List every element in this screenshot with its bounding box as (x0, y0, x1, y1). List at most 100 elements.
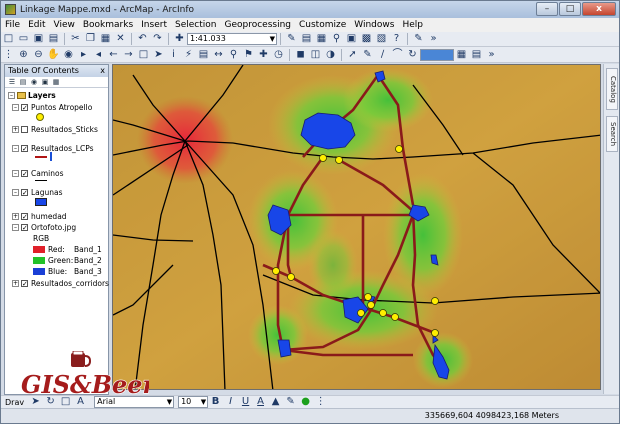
toc-options-icon[interactable]: ▦ (51, 78, 61, 87)
layer-visibility-checkbox[interactable]: ✓ (21, 212, 28, 220)
identify-icon[interactable]: i (167, 49, 180, 61)
point-symbol-swatch[interactable] (36, 113, 44, 121)
undo-icon[interactable]: ↶ (136, 33, 149, 45)
polygon-symbol-swatch[interactable] (35, 198, 47, 206)
pan-icon[interactable]: ✋ (47, 49, 60, 61)
line-color-icon[interactable]: ✎ (284, 396, 297, 408)
catalog-tab[interactable]: Catalog (606, 68, 618, 110)
menu-edit[interactable]: Edit (24, 20, 49, 30)
go-to-xy-icon[interactable]: ✚ (257, 49, 270, 61)
underline-button[interactable]: U (239, 396, 252, 408)
layer-visibility-checkbox[interactable] (21, 125, 28, 133)
road-symbol-swatch[interactable] (35, 180, 47, 181)
zoom-in-icon[interactable]: ⊕ (17, 49, 30, 61)
expand-icon[interactable]: + (12, 212, 19, 220)
cut-icon[interactable]: ✂ (69, 33, 82, 45)
menu-view[interactable]: View (50, 20, 79, 30)
redo-icon[interactable]: ↷ (151, 33, 164, 45)
line-symbol-swatch[interactable] (35, 156, 47, 158)
measure-icon[interactable]: ↔ (212, 49, 225, 61)
sketch-tool-icon[interactable]: ✎ (361, 49, 374, 61)
layer-visibility-checkbox[interactable]: ✓ (21, 144, 28, 152)
toc-layer-caminos[interactable]: – ✓ Caminos (12, 168, 63, 178)
delete-icon[interactable]: ✕ (114, 33, 127, 45)
map-scale-combo[interactable]: 1:41.033 ▼ (187, 33, 277, 45)
collapse-icon[interactable]: – (12, 103, 19, 111)
layer-visibility-checkbox[interactable]: ✓ (21, 223, 28, 231)
collapse-icon[interactable]: – (8, 91, 15, 99)
toc-layer-humedad[interactable]: + ✓ humedad (12, 211, 67, 221)
close-button[interactable]: x (582, 2, 616, 16)
select-features-icon[interactable]: □ (137, 49, 150, 61)
layer-visibility-checkbox[interactable]: ✓ (21, 103, 28, 111)
marker-color-icon[interactable]: ● (299, 396, 312, 408)
italic-button[interactable]: I (224, 396, 237, 408)
toc-window-icon[interactable]: ▤ (300, 33, 313, 45)
toc-layer-resultados-sticks[interactable]: + Resultados_Sticks (12, 124, 98, 134)
list-by-drawing-order-icon[interactable]: ☰ (7, 78, 17, 87)
minimize-button[interactable]: – (536, 2, 558, 16)
fill-color-icon[interactable]: ▲ (269, 396, 282, 408)
new-document-icon[interactable]: □ (2, 33, 15, 45)
list-by-selection-icon[interactable]: ▣ (40, 78, 50, 87)
print-icon[interactable]: ▤ (47, 33, 60, 45)
add-data-icon[interactable]: ✚ (173, 33, 186, 45)
zoom-out-icon[interactable]: ⊖ (32, 49, 45, 61)
toc-layer-puntos-atropello[interactable]: – ✓ Puntos Atropello (12, 102, 92, 112)
list-by-visibility-icon[interactable]: ◉ (29, 78, 39, 87)
font-size-combo[interactable]: 10 ▼ (178, 396, 209, 408)
map-view[interactable] (112, 64, 601, 390)
paste-icon[interactable]: ▦ (99, 33, 112, 45)
collapse-icon[interactable]: – (12, 169, 19, 177)
menu-help[interactable]: Help (398, 20, 427, 30)
html-popup-icon[interactable]: ▤ (197, 49, 210, 61)
select-elements-icon[interactable]: ➤ (152, 49, 165, 61)
modelbuilder-icon[interactable]: ▧ (375, 33, 388, 45)
collapse-icon[interactable]: – (12, 144, 19, 152)
menu-insert[interactable]: Insert (137, 20, 171, 30)
collapse-icon[interactable]: – (12, 188, 19, 196)
toc-layer-resultados-corridors[interactable]: + ✓ Resultados_corridors (12, 278, 109, 288)
map-canvas[interactable] (113, 65, 601, 390)
fixed-zoom-out-icon[interactable]: ◂ (92, 49, 105, 61)
edit-tool-icon[interactable]: ➚ (346, 49, 359, 61)
toolbar-overflow-icon[interactable]: » (485, 49, 498, 61)
color-picker-combo[interactable] (420, 48, 454, 61)
find-icon[interactable]: ⚲ (227, 49, 240, 61)
list-by-source-icon[interactable]: ▤ (18, 78, 28, 87)
rotate-icon[interactable]: ↻ (406, 49, 419, 61)
line-symbol-swatch-blue[interactable] (50, 152, 52, 161)
toc-layer-ortofoto[interactable]: – ✓ Ortofoto.jpg (12, 222, 76, 232)
font-color-button[interactable]: A (254, 396, 267, 408)
straight-segment-icon[interactable]: ∕ (376, 49, 389, 61)
arctoolbox-icon[interactable]: ▣ (345, 33, 358, 45)
editor-toolbar-icon[interactable]: ✎ (285, 33, 298, 45)
time-slider-icon[interactable]: ◷ (272, 49, 285, 61)
help-icon[interactable]: ? (390, 33, 403, 45)
expand-icon[interactable]: + (12, 125, 19, 133)
arc-segment-icon[interactable]: ⌒ (391, 49, 404, 61)
copy-icon[interactable]: ❐ (84, 33, 97, 45)
menu-bookmarks[interactable]: Bookmarks (79, 20, 137, 30)
toc-layer-resultados-lcps[interactable]: – ✓ Resultados_LCPs (12, 143, 94, 153)
toc-root-layers[interactable]: – Layers (8, 90, 56, 100)
collapse-icon[interactable]: – (12, 223, 19, 231)
toc-layer-lagunas[interactable]: – ✓ Lagunas (12, 187, 63, 197)
expand-icon[interactable]: + (12, 279, 19, 287)
layer-visibility-checkbox[interactable]: ✓ (21, 279, 28, 287)
properties-icon[interactable]: ▤ (470, 49, 483, 61)
flicker-icon[interactable]: ◑ (324, 49, 337, 61)
search-tab[interactable]: Search (606, 116, 618, 152)
forward-extent-icon[interactable]: → (122, 49, 135, 61)
toolbar-overflow-icon[interactable]: » (427, 33, 440, 45)
bold-button[interactable]: B (209, 396, 222, 408)
menu-windows[interactable]: Windows (350, 20, 398, 30)
menu-file[interactable]: File (1, 20, 24, 30)
fixed-zoom-in-icon[interactable]: ▸ (77, 49, 90, 61)
catalog-window-icon[interactable]: ▦ (315, 33, 328, 45)
menu-customize[interactable]: Customize (295, 20, 350, 30)
toc-close-button[interactable]: x (100, 65, 105, 77)
more-options-icon[interactable]: ⋮ (314, 396, 327, 408)
open-folder-icon[interactable]: ▭ (17, 33, 30, 45)
full-extent-icon[interactable]: ◉ (62, 49, 75, 61)
